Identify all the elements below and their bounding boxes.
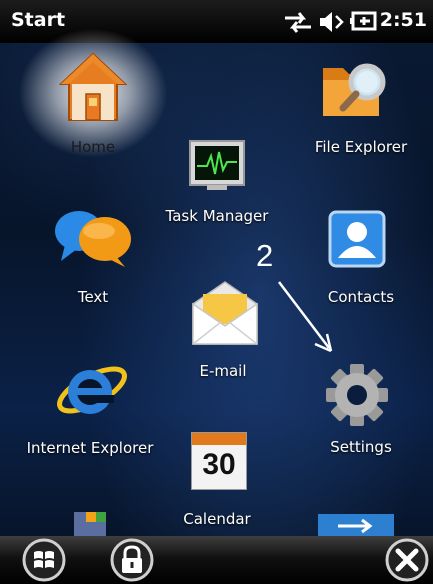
tile-home[interactable]: Home	[35, 50, 151, 165]
tile-label: File Explorer	[314, 138, 408, 156]
speech-bubbles-icon	[55, 211, 131, 267]
partial-tile-icon[interactable]	[70, 508, 110, 538]
tile-settings[interactable]: Settings	[296, 360, 426, 460]
envelope-icon	[192, 281, 258, 345]
tile-calendar[interactable]: 30 Calendar	[152, 432, 282, 532]
tile-label: Task Manager	[165, 207, 269, 225]
tile-internet-explorer[interactable]: Internet Explorer	[10, 352, 170, 462]
battery-charging-icon[interactable]	[350, 9, 378, 35]
house-icon	[59, 52, 127, 121]
tile-label: Settings	[330, 438, 392, 456]
lock-icon[interactable]	[110, 538, 154, 582]
calendar-day: 30	[202, 448, 236, 481]
tile-label: Calendar	[183, 510, 251, 528]
volume-icon[interactable]	[318, 9, 346, 35]
heartbeat-monitor-icon	[189, 140, 245, 190]
close-icon[interactable]	[385, 538, 429, 582]
tile-label: Home	[70, 138, 116, 156]
tile-label: Text	[77, 288, 109, 306]
contact-card-icon	[328, 210, 386, 268]
tile-text[interactable]: Text	[35, 205, 151, 315]
windows-start-icon[interactable]	[22, 538, 66, 582]
tile-label: E-mail	[199, 362, 247, 380]
tile-email[interactable]: E-mail	[158, 280, 288, 385]
data-sync-icon[interactable]	[283, 10, 313, 34]
start-screen: Start 2:51 Home File Explorer Task Manag…	[0, 0, 433, 584]
gear-icon	[326, 364, 388, 426]
calendar-icon: 30	[191, 432, 247, 490]
tile-file-explorer[interactable]: File Explorer	[296, 50, 426, 160]
ie-logo-icon	[57, 366, 127, 414]
annotation-number: 2	[256, 238, 274, 273]
status-clock[interactable]: 2:51	[380, 9, 427, 31]
folder-magnifier-icon	[323, 63, 386, 116]
partial-tile-icon[interactable]	[318, 510, 398, 538]
tile-task-manager[interactable]: Task Manager	[152, 135, 282, 235]
tile-label: Internet Explorer	[26, 439, 154, 457]
